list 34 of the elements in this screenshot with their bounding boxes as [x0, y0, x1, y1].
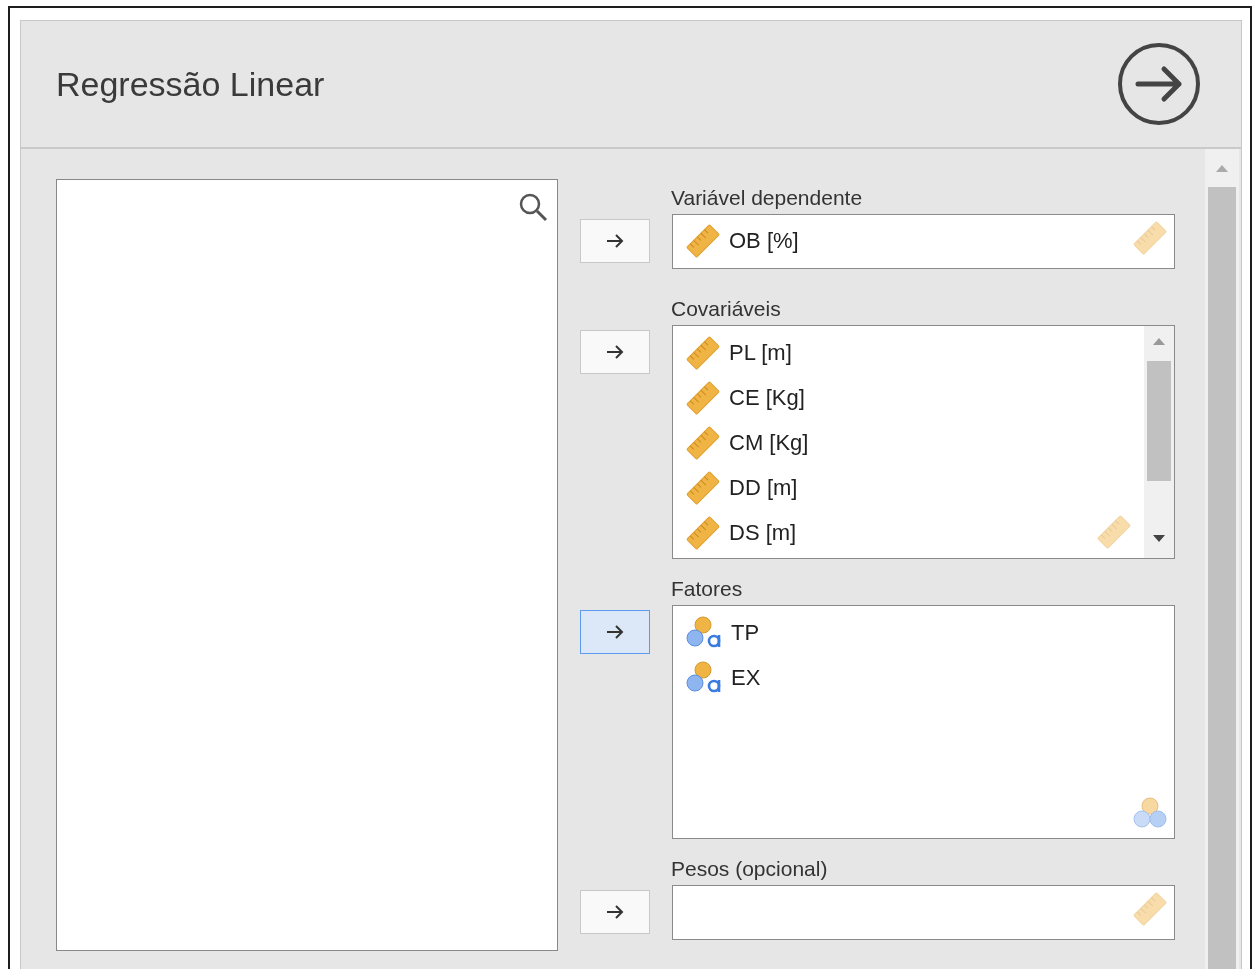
variable-name: CE [Kg] [729, 384, 805, 411]
variable-box[interactable]: TP EX [672, 605, 1175, 839]
nominal-variable-icon [685, 660, 723, 695]
nominal-variable-icon [1132, 796, 1168, 830]
move-button[interactable] [580, 610, 650, 654]
variable-name: CM [Kg] [729, 429, 809, 456]
dialog-title: Regressão Linear [56, 64, 325, 104]
scroll-up-icon[interactable] [1215, 163, 1229, 173]
arrow-icon [605, 233, 625, 249]
search-icon[interactable] [518, 192, 548, 222]
scroll-up-icon[interactable] [1152, 336, 1166, 346]
scrollbar[interactable] [1144, 326, 1174, 558]
box-label: Covariáveis [671, 296, 782, 322]
move-button[interactable] [580, 890, 650, 934]
arrow-icon [605, 904, 625, 920]
move-button[interactable] [580, 219, 650, 263]
nominal-variable-icon [685, 615, 723, 650]
scrollbar[interactable] [1205, 149, 1239, 969]
arrow-icon [605, 624, 625, 640]
move-button[interactable] [580, 330, 650, 374]
variable-name: DD [m] [729, 474, 798, 501]
arrow-icon [605, 344, 625, 360]
scroll-down-icon[interactable] [1152, 534, 1166, 544]
variable-field[interactable]: OB [%] [672, 214, 1175, 269]
variable-name: TP [731, 619, 760, 646]
box-label: Fatores [671, 576, 744, 602]
variable-name: DS [m] [729, 519, 797, 546]
variable-field[interactable] [672, 885, 1175, 940]
variable-name: EX [731, 664, 761, 691]
variable-box[interactable]: PL [m] CE [Kg] CM [Kg] DD [m] DS [m] [672, 325, 1175, 559]
box-label: Pesos (opcional) [671, 856, 829, 882]
box-label: Variável dependente [671, 185, 864, 211]
variable-name: OB [%] [729, 228, 799, 254]
variable-name: PL [m] [729, 339, 792, 366]
